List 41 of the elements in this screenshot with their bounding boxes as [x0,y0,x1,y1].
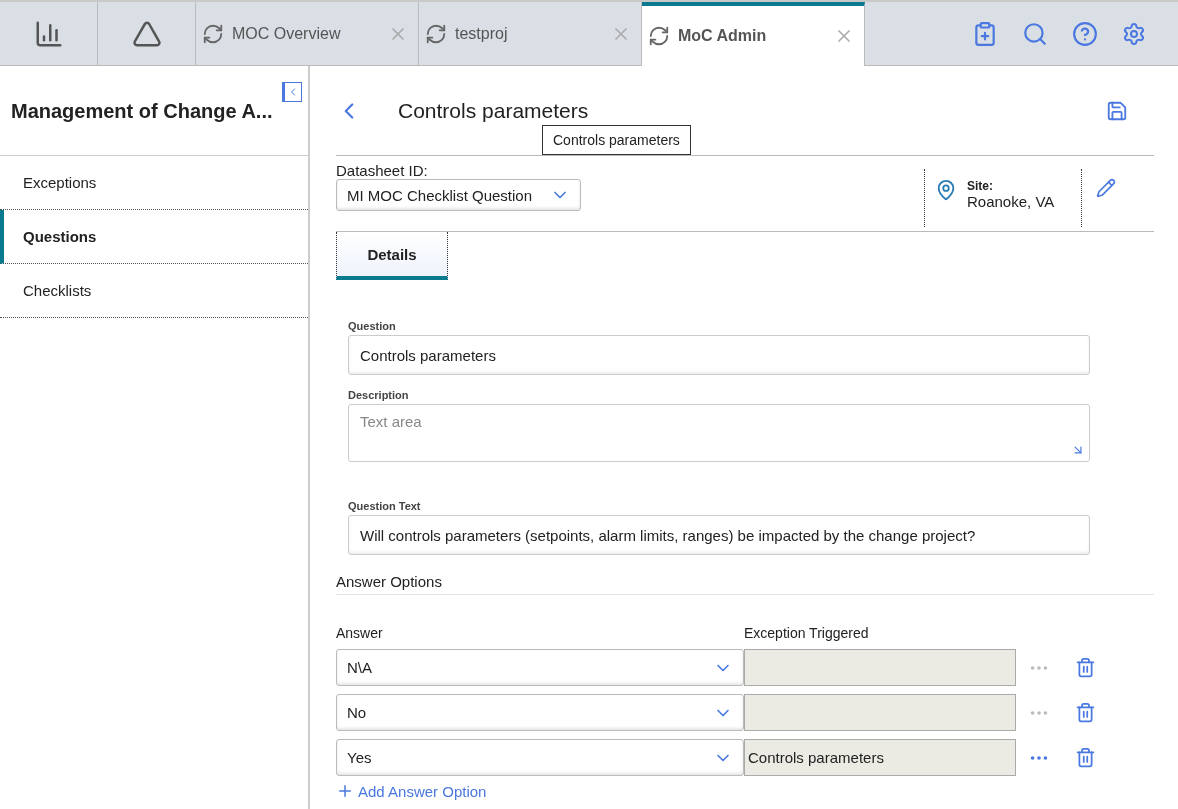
field-label: Datasheet ID: [336,162,429,179]
answer-select[interactable]: No [336,694,744,731]
text-field[interactable]: Will controls parameters (setpoints, alarm limits, ranges) be impacted by the change project? [348,515,1090,555]
location-pin-icon [935,179,957,201]
page-title: Controls parameters [398,98,589,123]
field-label: Description [348,389,410,401]
document-tab[interactable]: MOC Overview [196,2,419,65]
save-icon[interactable] [1106,99,1128,122]
tooltip: Controls parameters [542,125,691,155]
clipboard-plus-icon[interactable] [972,20,998,47]
answer-select[interactable]: Yes [336,739,744,776]
exception-field[interactable]: Controls parameters [744,739,1016,776]
tab-label: MOC Overview [232,24,342,43]
exception-field[interactable] [744,694,1016,731]
field-label: Question [348,320,397,332]
sidebar-item[interactable]: Checklists [0,264,308,318]
help-icon[interactable] [1072,20,1098,47]
column-header: Exception Triggered [744,625,870,641]
site-label: Site: [967,179,994,193]
details-tab[interactable]: Details [336,232,448,280]
sidebar-title: Management of Change A... [0,66,308,156]
text-field[interactable]: Controls parameters [348,335,1090,375]
text-area[interactable]: Text area [348,404,1090,462]
plus-icon [336,782,354,800]
collapse-button[interactable] [282,82,302,102]
exception-field[interactable] [744,649,1016,686]
answer-select[interactable]: N\A [336,649,744,686]
tab-label: MoC Admin [678,27,768,45]
settings-icon[interactable] [1122,21,1146,46]
search-icon[interactable] [1022,20,1048,47]
sidebar-item[interactable]: Questions [0,210,308,264]
field-label: Question Text [348,500,422,512]
document-tab[interactable]: MoC Admin [642,2,865,66]
site-value: Roanoke, VA [967,193,1055,210]
datasheet-select[interactable]: MI MOC Checklist Question [336,179,581,211]
edit-icon[interactable] [1096,178,1116,198]
tab-label: testproj [455,24,509,43]
section-title: Answer Options [336,569,1154,595]
sidebar-item[interactable]: Exceptions [0,156,308,210]
column-header: Answer [336,625,384,641]
add-answer-link[interactable]: Add Answer Option [336,782,1154,800]
